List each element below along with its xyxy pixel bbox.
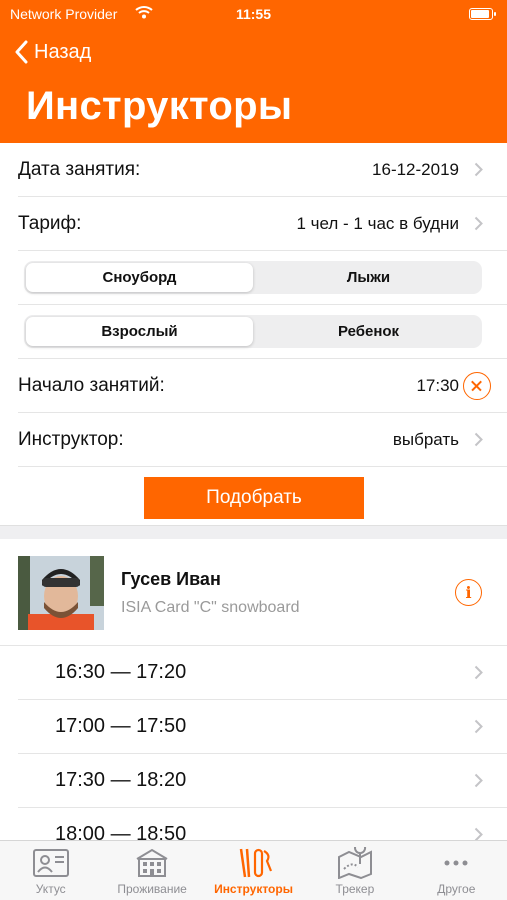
- segment-snowboard[interactable]: Сноуборд: [26, 263, 253, 292]
- nav-header: Network Provider 11:55 Назад Инструкторы: [0, 0, 507, 143]
- date-label: Дата занятия:: [18, 158, 141, 180]
- tariff-row[interactable]: Тариф: 1 чел - 1 час в будни: [18, 197, 507, 251]
- start-time-row[interactable]: Начало занятий: 17:30: [18, 359, 507, 413]
- submit-button[interactable]: Подобрать: [144, 477, 364, 519]
- tab-instructors[interactable]: Инструкторы: [203, 841, 304, 900]
- time-slot-label: 17:00 — 17:50: [55, 715, 187, 737]
- instructor-certificate: ISIA Card "C" snowboard: [121, 599, 300, 616]
- tariff-label: Тариф:: [18, 212, 82, 234]
- filter-form: Дата занятия: 16-12-2019 Тариф: 1 чел - …: [0, 143, 507, 529]
- instructor-row[interactable]: Инструктор: выбрать: [18, 413, 507, 467]
- tab-uktus[interactable]: Уктус: [0, 841, 101, 900]
- age-segment-row: Взрослый Ребенок: [18, 305, 507, 359]
- submit-wrap: Подобрать: [0, 467, 507, 529]
- tab-other[interactable]: Другое: [406, 841, 507, 900]
- sport-segmented-control: Сноуборд Лыжи: [24, 261, 482, 294]
- page-title: Инструкторы: [26, 84, 293, 128]
- instructor-name: Гусев Иван: [121, 569, 221, 589]
- section-separator: [0, 525, 507, 539]
- info-icon[interactable]: i: [455, 579, 482, 606]
- time-slot-row[interactable]: 17:30 — 18:20: [18, 754, 507, 808]
- status-time: 11:55: [235, 6, 272, 22]
- clear-icon[interactable]: [463, 372, 491, 400]
- date-row[interactable]: Дата занятия: 16-12-2019: [18, 143, 507, 197]
- instructor-value: выбрать: [392, 429, 459, 449]
- instructor-card[interactable]: Гусев Иван ISIA Card "C" snowboard i: [0, 539, 507, 646]
- hotel-icon: [136, 848, 168, 877]
- chevron-left-icon: [15, 40, 28, 64]
- start-time-value: 17:30: [416, 375, 459, 395]
- time-slot-label: 16:30 — 17:20: [55, 661, 187, 683]
- chevron-right-icon: [474, 162, 483, 177]
- chevron-right-icon: [474, 432, 483, 447]
- tab-label: Проживание: [117, 882, 187, 896]
- chevron-right-icon: [474, 216, 483, 231]
- tab-bar: Уктус Проживание Инструкторы Трекер Друг…: [0, 840, 507, 900]
- back-button[interactable]: Назад: [14, 40, 91, 64]
- ski-snowboard-icon: [239, 848, 272, 878]
- time-slot-row[interactable]: 16:30 — 17:20: [18, 646, 507, 700]
- tab-label: Трекер: [335, 882, 375, 896]
- segment-adult[interactable]: Взрослый: [26, 317, 253, 346]
- segment-ski[interactable]: Лыжи: [255, 261, 482, 294]
- instructor-label: Инструктор:: [18, 428, 124, 450]
- start-time-label: Начало занятий:: [18, 374, 165, 396]
- time-slot-row[interactable]: 17:00 — 17:50: [18, 700, 507, 754]
- time-slot-label: 17:30 — 18:20: [55, 769, 187, 791]
- back-label: Назад: [34, 40, 92, 63]
- tab-tracker[interactable]: Трекер: [304, 841, 405, 900]
- chevron-right-icon: [474, 773, 483, 788]
- time-slot-list: 16:30 — 17:20 17:00 — 17:50 17:30 — 18:2…: [0, 646, 507, 862]
- tab-label: Другое: [437, 882, 476, 896]
- map-tracker-icon: [337, 847, 372, 879]
- tab-label: Уктус: [35, 882, 66, 896]
- id-card-icon: [32, 849, 69, 877]
- chevron-right-icon: [474, 665, 483, 680]
- battery-icon: [469, 8, 496, 20]
- avatar: [18, 556, 104, 630]
- age-segmented-control: Взрослый Ребенок: [24, 315, 482, 348]
- more-dots-icon: [444, 860, 468, 866]
- status-bar: Network Provider 11:55: [0, 0, 507, 28]
- chevron-right-icon: [474, 719, 483, 734]
- segment-child[interactable]: Ребенок: [255, 315, 482, 348]
- sport-segment-row: Сноуборд Лыжи: [18, 251, 507, 305]
- tariff-value: 1 чел - 1 час в будни: [296, 213, 459, 233]
- tab-label: Инструкторы: [214, 882, 293, 896]
- tab-accommodation[interactable]: Проживание: [101, 841, 202, 900]
- date-value: 16-12-2019: [372, 159, 459, 179]
